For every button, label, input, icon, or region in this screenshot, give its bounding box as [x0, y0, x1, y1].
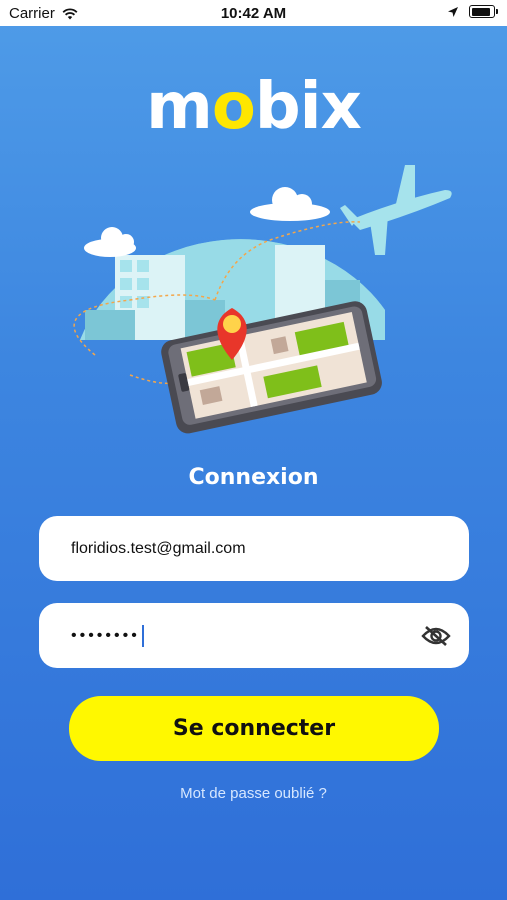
login-screen: Carrier 10:42 AM mobix Connexion floridi…: [0, 0, 507, 900]
email-field[interactable]: floridios.test@gmail.com: [39, 516, 469, 581]
cloud-right: [250, 187, 330, 221]
logo-text-start: m: [146, 70, 213, 144]
status-right: [447, 5, 498, 18]
forgot-password-link[interactable]: Mot de passe oublié ?: [0, 785, 507, 802]
location-arrow-icon: [448, 6, 458, 17]
login-title: Connexion: [188, 465, 319, 490]
email-value: floridios.test@gmail.com: [71, 539, 246, 557]
app-logo: mobix: [0, 70, 507, 144]
password-field[interactable]: ••••••••: [39, 603, 469, 668]
password-value: ••••••••: [71, 626, 140, 644]
text-cursor: [141, 624, 144, 647]
battery-icon: [469, 5, 498, 18]
travel-map-illustration: [73, 165, 452, 434]
cloud-left: [84, 227, 136, 257]
logo-text-end: bix: [254, 70, 362, 144]
logo-o: o: [211, 70, 256, 144]
status-bar: Carrier 10:42 AM: [0, 0, 507, 26]
clock: 10:42 AM: [220, 5, 287, 22]
login-button[interactable]: Se connecter: [69, 696, 439, 761]
airplane: [340, 165, 452, 255]
eye-off-icon[interactable]: [421, 624, 451, 648]
